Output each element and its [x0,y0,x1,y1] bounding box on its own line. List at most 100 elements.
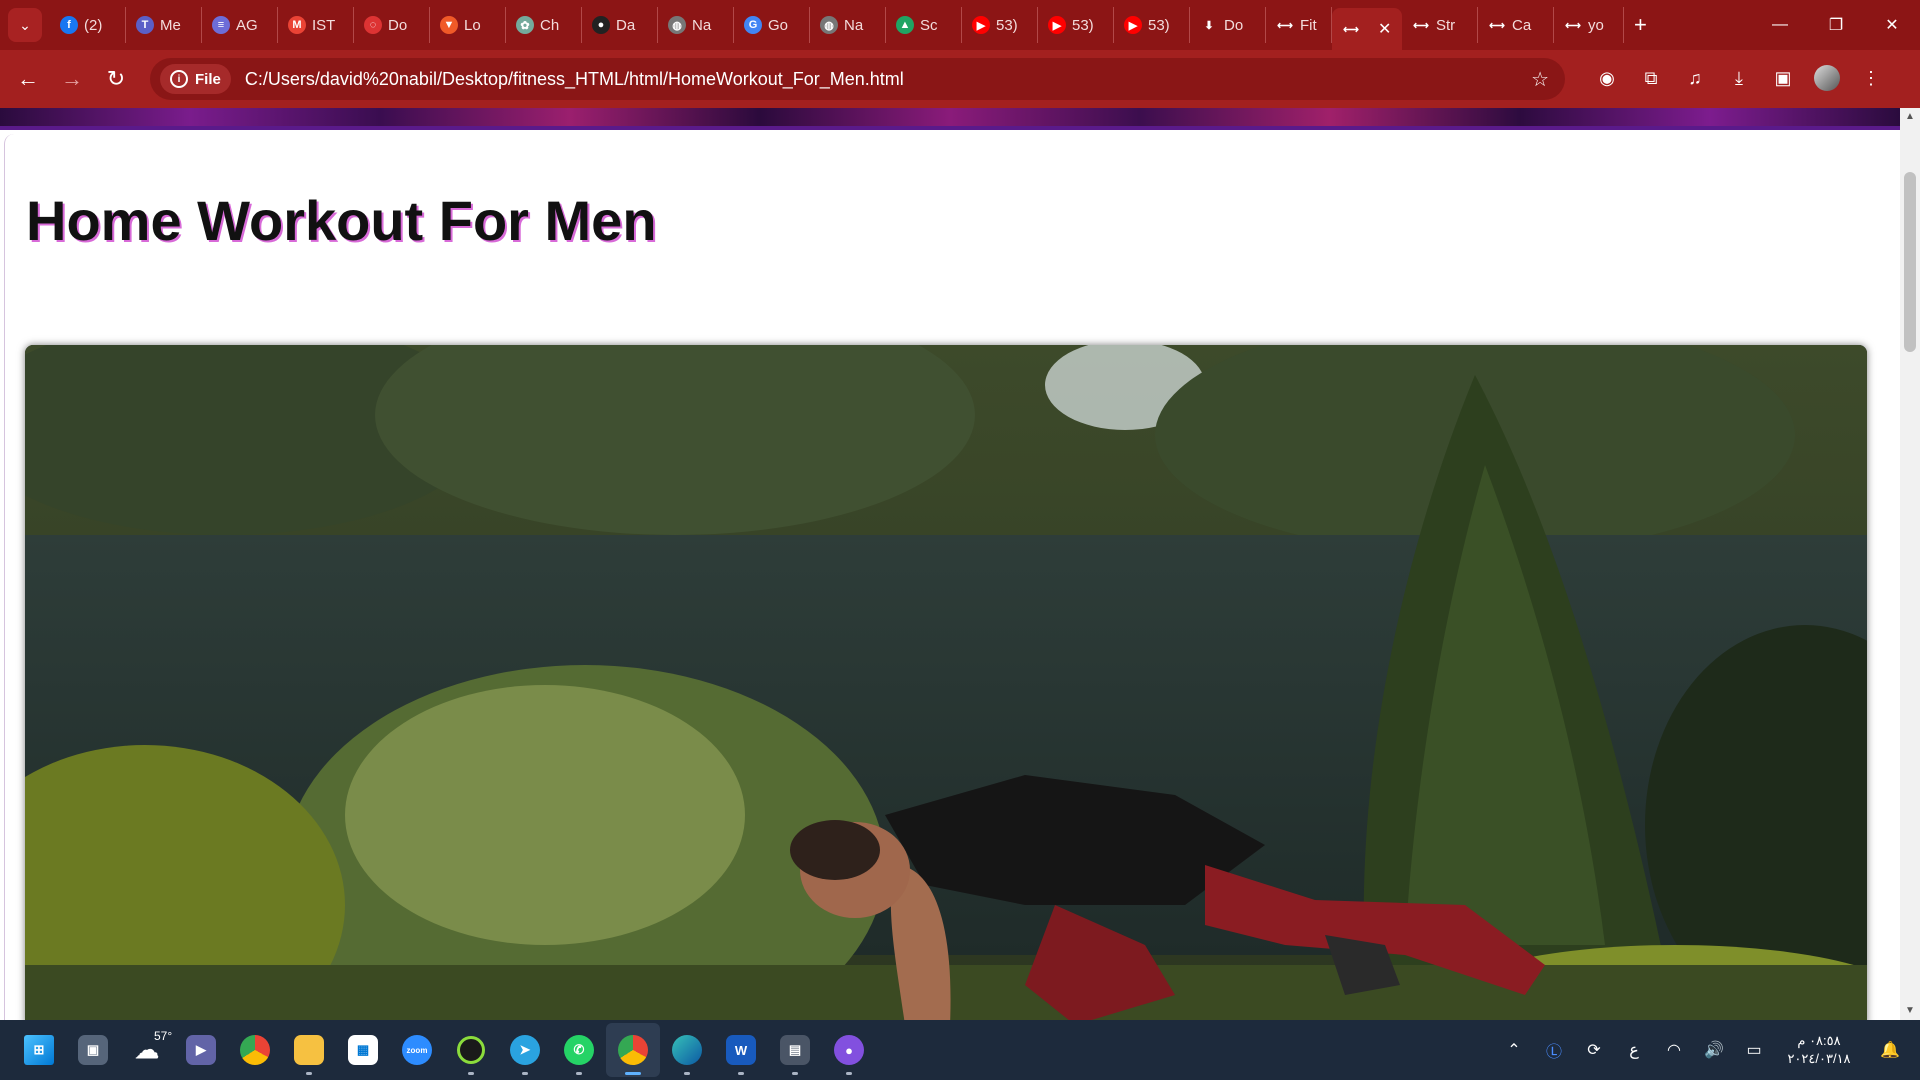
system-tray: ⌃ Ⓛ ⟳ ع ◠ 🔊 ▭ ٠٨:٥٨ م ٢٠٢٤/٠٣/١٨ 🔔 [1494,1020,1920,1080]
minimize-icon[interactable]: — [1752,16,1808,34]
chevron-up-icon[interactable]: ⌃ [1494,1040,1534,1060]
teams-chat-icon: ▶ [186,1035,216,1065]
folder-icon [294,1035,324,1065]
tab-label: Go [768,16,789,34]
taskbar-github-desktop[interactable]: ● [822,1023,876,1077]
tab-18[interactable]: ⟷ Str [1402,7,1478,43]
menu-dots-icon[interactable]: ⋮ [1849,56,1893,100]
page-scrollbar[interactable]: ▲ ▼ [1900,108,1920,1020]
resize-icon: ⟷ [1277,19,1293,32]
restore-icon[interactable]: ❐ [1808,15,1864,35]
windows-logo-icon: ⊞ [24,1035,54,1065]
site-info-chip[interactable]: i File [160,64,231,94]
tab-4[interactable]: ◌ Do [354,7,430,43]
dotted-circle-icon: ◌ [364,16,382,34]
sync-icon[interactable]: ⟳ [1574,1040,1614,1060]
tab-label: Str [1436,16,1456,34]
scroll-down-icon[interactable]: ▼ [1900,1002,1920,1020]
tab-label: Fit [1300,16,1317,34]
l-circle-icon[interactable]: Ⓛ [1534,1038,1574,1062]
address-bar[interactable]: i File C:/Users/david%20nabil/Desktop/fi… [150,58,1565,100]
toolbar-actions: ◉ ⧉ ♫ ⤓ ▣ ⋮ [1585,56,1893,100]
record-icon[interactable]: ◉ [1585,56,1629,100]
tab-11[interactable]: ▲ Sc [886,7,962,43]
start-button[interactable]: ⊞ [12,1023,66,1077]
new-tab-button[interactable]: + [1634,12,1647,38]
tab-2[interactable]: ≡ AG [202,7,278,43]
tab-5[interactable]: ▼ Lo [430,7,506,43]
taskbar-telegram[interactable]: ➤ [498,1023,552,1077]
tab-13[interactable]: ▶ 53) [1038,7,1114,43]
taskbar-app-green[interactable] [444,1023,498,1077]
wifi-icon[interactable]: ◠ [1654,1040,1694,1060]
back-button[interactable]: ← [6,57,50,101]
tab-8[interactable]: ◍ Na [658,7,734,43]
forward-button[interactable]: → [50,57,94,101]
tab-14[interactable]: ▶ 53) [1114,7,1190,43]
tab-19[interactable]: ⟷ Ca [1478,7,1554,43]
language-indicator[interactable]: ع [1614,1040,1654,1060]
window-controls: — ❐ ✕ [1752,0,1920,50]
tab-9[interactable]: G Go [734,7,810,43]
taskbar-word[interactable]: W [714,1023,768,1077]
banner-image-bottom [0,108,1900,130]
site-info-label: File [195,70,221,88]
scrollbar-thumb[interactable] [1904,172,1916,352]
workout-hero-image [25,345,1867,1020]
task-view-button[interactable]: ▣ [66,1023,120,1077]
taskbar-zoom[interactable]: zoom [390,1023,444,1077]
taskbar-edge[interactable] [660,1023,714,1077]
notification-bell-icon[interactable]: 🔔 [1870,1040,1910,1060]
url-text[interactable]: C:/Users/david%20nabil/Desktop/fitness_H… [245,69,904,90]
github-icon: ● [592,16,610,34]
resize-icon: ⟷ [1413,19,1429,32]
taskbar-chrome[interactable] [228,1023,282,1077]
volume-icon[interactable]: 🔊 [1694,1040,1734,1060]
taskbar-store[interactable]: ▦ [336,1023,390,1077]
taskbar-teams[interactable]: ▶ [174,1023,228,1077]
weather-temperature: 57° [154,1029,173,1043]
reload-button[interactable]: ↻ [94,57,138,101]
side-panel-icon[interactable]: ▣ [1761,56,1805,100]
tab-search-button[interactable]: ⌄ [8,8,42,42]
man-doing-mountain-climber-photo [25,345,1867,1020]
clock-date: ٢٠٢٤/٠٣/١٨ [1787,1051,1851,1066]
tab-1[interactable]: T Me [126,7,202,43]
tab-3[interactable]: M IST [278,7,354,43]
taskbar-calculator[interactable]: ▤ [768,1023,822,1077]
clock[interactable]: ٠٨:٥٨ م ٢٠٢٤/٠٣/١٨ [1774,1032,1864,1068]
downloads-icon[interactable]: ⤓ [1717,56,1761,100]
google-translate-icon: G [744,16,762,34]
gmail-icon: M [288,16,306,34]
scroll-up-icon[interactable]: ▲ [1900,108,1920,126]
tab-6[interactable]: ✿ Ch [506,7,582,43]
telegram-icon: ➤ [510,1035,540,1065]
store-icon: ▦ [348,1035,378,1065]
media-control-icon[interactable]: ♫ [1673,56,1717,100]
tab-10[interactable]: ◍ Na [810,7,886,43]
close-tab-icon[interactable]: ✕ [1378,19,1391,39]
calculator-icon: ▤ [780,1035,810,1065]
bookmark-star-icon[interactable]: ☆ [1531,67,1549,92]
tab-16[interactable]: ⟷ Fit [1266,7,1332,43]
tab-label: Do [388,16,408,34]
globe-icon: ◍ [668,16,686,34]
whatsapp-icon: ✆ [564,1035,594,1065]
weather-widget[interactable]: ☁ 57° [120,1023,174,1077]
extensions-icon[interactable]: ⧉ [1629,56,1673,100]
tab-0[interactable]: f (2) [50,7,126,43]
taskbar-chrome-active[interactable] [606,1023,660,1077]
tab-label: AG [236,16,258,34]
arrow-right-icon: → [61,66,83,91]
taskbar-whatsapp[interactable]: ✆ [552,1023,606,1077]
profile-avatar[interactable] [1814,65,1840,91]
battery-icon[interactable]: ▭ [1734,1040,1774,1060]
tab-15[interactable]: ⬇ Do [1190,7,1266,43]
windows-taskbar: ⊞ ▣ ☁ 57° ▶ ▦ zoom ➤ ✆ W ▤ ● ⌃ Ⓛ ⟳ ع ◠ 🔊… [0,1020,1920,1080]
close-window-icon[interactable]: ✕ [1864,15,1920,35]
tab-12[interactable]: ▶ 53) [962,7,1038,43]
tab-20[interactable]: ⟷ yo [1554,7,1624,43]
tab-17[interactable]: ⟷ ✕ [1332,8,1402,50]
tab-7[interactable]: ● Da [582,7,658,43]
taskbar-file-explorer[interactable] [282,1023,336,1077]
